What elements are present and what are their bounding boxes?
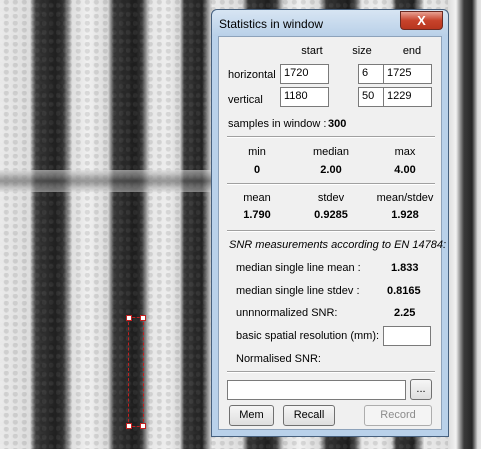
unnormalized-snr-label: unnnormalized SNR: [236, 307, 338, 319]
separator-1 [227, 136, 435, 138]
vertical-start-input[interactable]: 1180 [280, 87, 329, 107]
marker-handle-top-left[interactable] [126, 315, 132, 321]
vertical-end-input[interactable]: 1229 [383, 87, 432, 107]
normalised-snr-label: Normalised SNR: [236, 353, 321, 365]
record-button[interactable]: Record [364, 405, 432, 426]
median-value: 2.00 [320, 164, 342, 176]
median-line-stdev-value: 0.8165 [387, 285, 421, 297]
close-icon: X [417, 13, 426, 28]
max-value: 4.00 [394, 164, 416, 176]
horizontal-start-input[interactable]: 1720 [280, 64, 329, 84]
record-path-input[interactable] [227, 380, 406, 400]
separator-2 [227, 183, 435, 185]
image-right-strip [448, 0, 481, 449]
separator-3 [227, 230, 435, 232]
window-title: Statistics in window [219, 17, 324, 31]
horizontal-end-input[interactable]: 1725 [383, 64, 432, 84]
median-line-mean-label: median single line mean : [236, 262, 361, 274]
resolution-label: basic spatial resolution (mm): [236, 330, 380, 342]
browse-button[interactable]: ... [410, 379, 432, 400]
snr-heading: SNR measurements according to EN 14784: [229, 239, 447, 251]
median-line-stdev-label: median single line stdev : [236, 285, 360, 297]
mem-button[interactable]: Mem [229, 405, 274, 426]
marker-handle-bottom-left[interactable] [126, 423, 132, 429]
mean-stdev-label: mean/stdev [376, 192, 434, 204]
samples-label: samples in window : [228, 118, 327, 130]
resolution-input[interactable] [383, 326, 431, 346]
horizontal-label: horizontal [228, 69, 276, 81]
image-crossbar [0, 170, 215, 192]
close-button[interactable]: X [400, 11, 443, 30]
median-label: median [312, 146, 350, 158]
vertical-label: vertical [228, 94, 263, 106]
stdev-label: stdev [317, 192, 345, 204]
mean-value: 1.790 [243, 209, 271, 221]
window-client-area: start size end horizontal 1720 6 1725 ve… [218, 36, 446, 430]
statistics-window: Statistics in window X start size end ho… [211, 9, 449, 437]
unnormalized-snr-value: 2.25 [394, 307, 416, 319]
marker-handle-bottom-right[interactable] [140, 423, 146, 429]
min-label: min [248, 146, 266, 158]
samples-value: 300 [328, 118, 347, 130]
col-end-label: end [402, 45, 422, 57]
marker-handle-top-right[interactable] [140, 315, 146, 321]
median-line-mean-value: 1.833 [391, 262, 419, 274]
recall-button[interactable]: Recall [283, 405, 335, 426]
max-label: max [394, 146, 416, 158]
mean-label: mean [243, 192, 271, 204]
col-size-label: size [352, 45, 372, 57]
measurement-window-marker[interactable] [126, 315, 146, 429]
mean-stdev-value: 1.928 [391, 209, 419, 221]
title-bar[interactable]: Statistics in window X [212, 10, 448, 36]
stdev-value: 0.9285 [314, 209, 348, 221]
col-start-label: start [301, 45, 323, 57]
min-value: 0 [253, 164, 261, 176]
separator-4 [227, 371, 435, 373]
